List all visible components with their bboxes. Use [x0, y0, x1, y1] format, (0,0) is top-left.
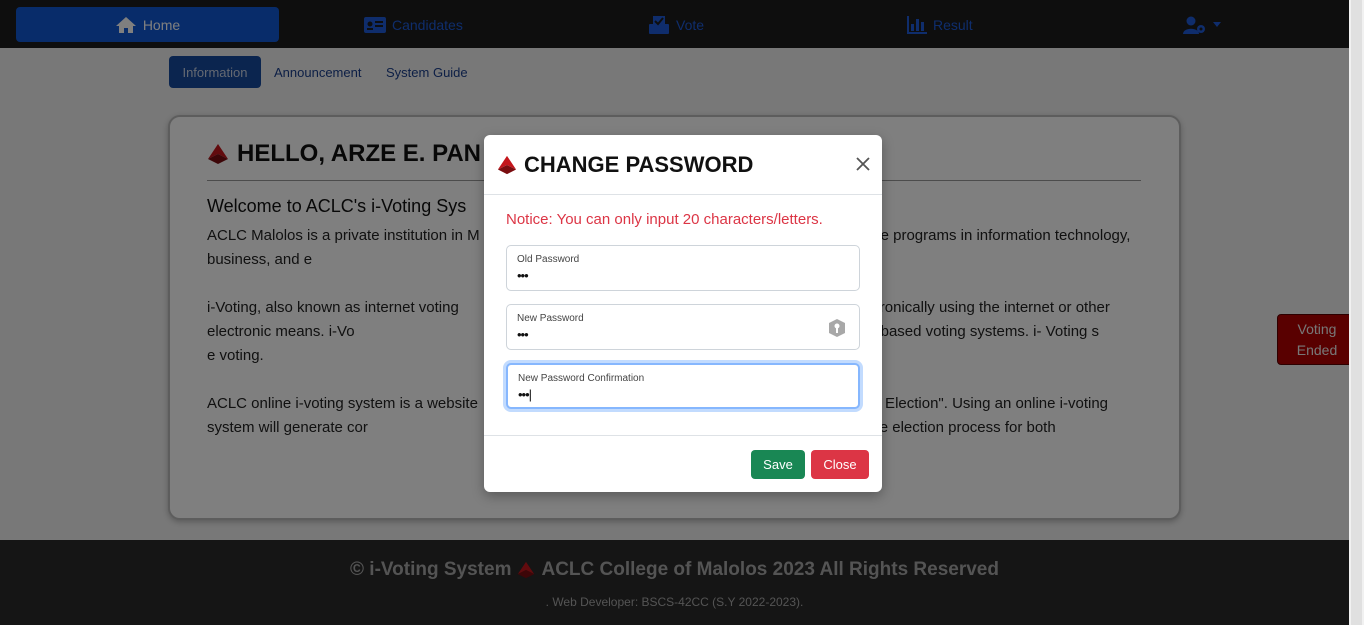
aclc-logo-icon	[497, 155, 517, 175]
modal-title: CHANGE PASSWORD	[497, 152, 753, 178]
new-password-confirmation-value[interactable]: •••|	[518, 387, 532, 402]
new-password-confirmation-field[interactable]: New Password Confirmation •••|	[506, 363, 860, 409]
new-password-confirmation-label: New Password Confirmation	[518, 373, 645, 384]
scrollbar[interactable]	[1349, 0, 1364, 625]
old-password-label: Old Password	[517, 254, 580, 265]
change-password-modal: CHANGE PASSWORD Notice: You can only inp…	[484, 135, 882, 492]
old-password-field[interactable]: Old Password •••	[506, 245, 860, 291]
save-button[interactable]: Save	[751, 450, 805, 479]
modal-header: CHANGE PASSWORD	[484, 135, 882, 195]
close-button[interactable]: Close	[811, 450, 869, 479]
notice-text: Notice: You can only input 20 characters…	[506, 211, 823, 228]
new-password-value[interactable]: •••	[517, 327, 529, 342]
new-password-field[interactable]: New Password •••	[506, 304, 860, 350]
modal-footer-divider	[484, 435, 882, 436]
new-password-label: New Password	[517, 313, 584, 324]
close-icon[interactable]	[854, 156, 872, 174]
scrollbar-thumb[interactable]	[1351, 0, 1362, 625]
password-key-icon[interactable]	[827, 318, 847, 338]
modal-title-text: CHANGE PASSWORD	[524, 152, 754, 177]
old-password-value[interactable]: •••	[517, 268, 529, 283]
